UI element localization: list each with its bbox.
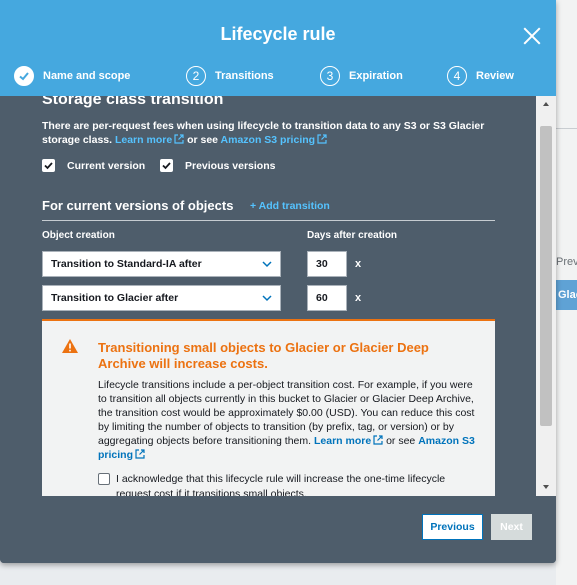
close-icon[interactable] bbox=[520, 24, 544, 48]
acknowledge-checkbox[interactable] bbox=[98, 473, 110, 485]
transition-select-value: Transition to Standard-IA after bbox=[51, 258, 202, 270]
current-version-option: Current version bbox=[42, 159, 145, 172]
or-see-text: or see bbox=[187, 134, 219, 146]
check-icon bbox=[14, 66, 34, 86]
warning-learn-more-label: Learn more bbox=[313, 435, 372, 447]
transition-select-value: Transition to Glacier after bbox=[51, 292, 179, 304]
days-after-creation-label: Days after creation bbox=[307, 230, 398, 241]
external-link-icon bbox=[135, 449, 145, 459]
background-button: Glac bbox=[556, 280, 577, 310]
next-button[interactable]: Next bbox=[491, 514, 532, 540]
warning-or-see-text: or see bbox=[386, 435, 416, 447]
external-link-icon bbox=[174, 134, 184, 144]
check-icon bbox=[44, 162, 53, 170]
previous-versions-option: Previous versions bbox=[160, 159, 275, 172]
s3-pricing-link[interactable]: Amazon S3 pricing bbox=[221, 134, 328, 146]
divider bbox=[42, 220, 495, 221]
warning-learn-more-link[interactable]: Learn more bbox=[314, 435, 383, 447]
days-input-2[interactable] bbox=[307, 285, 347, 311]
background-divider bbox=[556, 128, 577, 129]
chevron-down-icon bbox=[262, 261, 272, 268]
cost-warning-alert: Transitioning small objects to Glacier o… bbox=[42, 319, 495, 496]
external-link-icon bbox=[373, 435, 383, 445]
step-number: 2 bbox=[186, 66, 206, 86]
step-expiration[interactable]: 3 Expiration bbox=[320, 64, 403, 88]
external-link-icon bbox=[317, 134, 327, 144]
scroll-down-arrow[interactable] bbox=[536, 478, 556, 496]
warning-icon bbox=[62, 339, 78, 353]
step-name-and-scope[interactable]: Name and scope bbox=[14, 64, 130, 88]
previous-versions-label: Previous versions bbox=[185, 159, 276, 172]
lifecycle-rule-modal: Lifecycle rule Name and scope 2 Transiti… bbox=[0, 0, 556, 563]
modal-footer: Previous Next bbox=[0, 496, 556, 563]
days-unit-label: x bbox=[355, 258, 362, 270]
step-number: 4 bbox=[447, 66, 467, 86]
s3-pricing-label: Amazon S3 pricing bbox=[220, 134, 316, 146]
previous-versions-checkbox[interactable] bbox=[160, 159, 173, 172]
previous-button[interactable]: Previous bbox=[422, 514, 483, 540]
modal-body: Storage class transition There are per-r… bbox=[30, 96, 536, 496]
modal-title: Lifecycle rule bbox=[220, 24, 336, 44]
current-version-label: Current version bbox=[67, 159, 146, 172]
acknowledge-label: I acknowledge that this lifecycle rule w… bbox=[116, 473, 446, 496]
chevron-down-icon bbox=[262, 295, 272, 302]
add-transition-link[interactable]: + Add transition bbox=[250, 200, 330, 212]
step-review[interactable]: 4 Review bbox=[447, 64, 514, 88]
days-input-1[interactable] bbox=[307, 251, 347, 277]
step-label: Name and scope bbox=[43, 70, 131, 82]
step-transitions[interactable]: 2 Transitions bbox=[186, 64, 274, 88]
scroll-thumb[interactable] bbox=[540, 126, 552, 426]
learn-more-link[interactable]: Learn more bbox=[115, 134, 184, 146]
object-creation-label: Object creation bbox=[42, 230, 115, 241]
check-icon bbox=[162, 162, 171, 170]
learn-more-label: Learn more bbox=[114, 134, 173, 146]
transition-select-2[interactable]: Transition to Glacier after bbox=[42, 285, 281, 311]
wizard-steps: Name and scope 2 Transitions 3 Expiratio… bbox=[0, 64, 556, 88]
transition-select-1[interactable]: Transition to Standard-IA after bbox=[42, 251, 281, 277]
current-versions-heading: For current versions of objects bbox=[42, 198, 234, 213]
warning-title: Transitioning small objects to Glacier o… bbox=[98, 340, 429, 371]
intro-text: There are per-request fees when using li… bbox=[42, 119, 512, 147]
modal-header: Lifecycle rule Name and scope 2 Transiti… bbox=[0, 0, 556, 96]
step-number: 3 bbox=[320, 66, 340, 86]
current-version-checkbox[interactable] bbox=[42, 159, 55, 172]
step-label: Review bbox=[476, 70, 514, 82]
days-unit-label: x bbox=[355, 292, 362, 304]
step-label: Expiration bbox=[349, 70, 403, 82]
warning-body: Lifecycle transitions include a per-obje… bbox=[98, 378, 480, 462]
step-label: Transitions bbox=[215, 70, 274, 82]
background-text: Previou bbox=[556, 256, 577, 268]
section-title: Storage class transition bbox=[42, 96, 224, 108]
scroll-up-arrow[interactable] bbox=[536, 96, 556, 114]
body-scrollbar[interactable] bbox=[536, 96, 556, 496]
